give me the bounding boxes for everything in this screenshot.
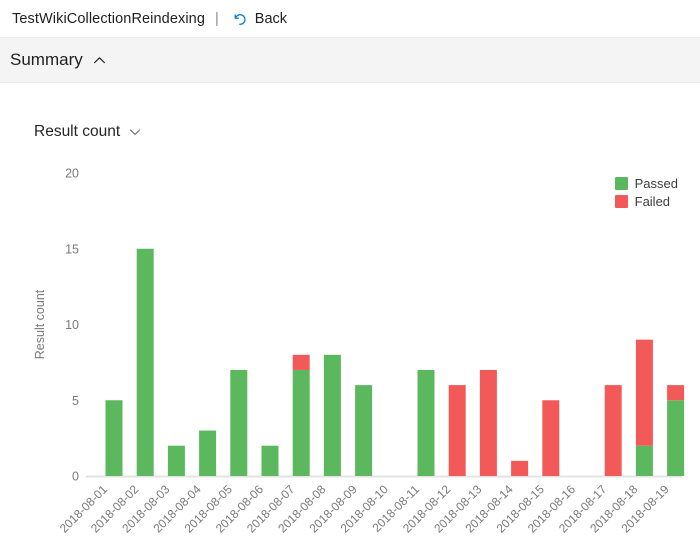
breadcrumb-separator: | (215, 10, 219, 27)
legend-item[interactable]: Failed (614, 194, 678, 209)
legend-item[interactable]: Passed (614, 176, 678, 191)
chart-legend: Passed Failed (614, 176, 678, 209)
bar-segment-failed[interactable] (511, 460, 529, 476)
bar-segment-passed[interactable] (667, 400, 685, 476)
y-axis-tick-label: 5 (72, 394, 79, 408)
y-axis-tick-label: 0 (72, 470, 79, 484)
y-axis-tick-label: 20 (65, 167, 79, 181)
legend-swatch (614, 195, 628, 208)
bar-segment-failed[interactable] (292, 354, 310, 370)
bar-segment-passed[interactable] (199, 430, 217, 476)
legend-label: Failed (634, 194, 671, 209)
undo-arrow-icon (231, 10, 248, 27)
bar-segment-failed[interactable] (448, 385, 466, 476)
bar-segment-passed[interactable] (635, 445, 653, 476)
stacked-bar-plot: 0 5 10 15 20 Result count 2018-08-01 2018-08-02… (14, 103, 686, 548)
summary-section-header[interactable]: Summary (0, 38, 700, 83)
back-button-label: Back (254, 10, 288, 27)
y-axis-tick-label: 10 (65, 318, 79, 332)
legend-swatch (614, 177, 628, 190)
result-count-chart-card: Result count 0 5 10 15 20 Result count 2018-08… (14, 103, 686, 548)
bar-segment-passed[interactable] (261, 445, 279, 476)
plot-svg: 05101520Result count2018-08-012018-08-02… (33, 167, 685, 536)
bar-segment-failed[interactable] (635, 339, 653, 446)
bar-segment-failed[interactable] (667, 385, 685, 401)
bar-segment-passed[interactable] (167, 445, 185, 476)
bar-segment-passed[interactable] (417, 369, 435, 476)
y-axis-tick-label: 15 (65, 242, 79, 256)
bar-segment-passed[interactable] (136, 248, 154, 476)
chevron-up-icon[interactable] (92, 53, 107, 68)
breadcrumb-title: TestWikiCollectionReindexing (12, 10, 205, 27)
back-button[interactable]: Back (228, 8, 290, 29)
bar-segment-passed[interactable] (105, 400, 123, 476)
summary-title: Summary (10, 50, 83, 69)
bar-segment-failed[interactable] (542, 400, 560, 476)
legend-label: Passed (634, 176, 678, 191)
bar-segment-passed[interactable] (323, 354, 341, 476)
bar-segment-passed[interactable] (292, 369, 310, 476)
bar-segment-passed[interactable] (230, 369, 248, 476)
y-axis-title: Result count (33, 289, 47, 359)
bar-segment-failed[interactable] (604, 385, 622, 476)
bar-segment-failed[interactable] (479, 369, 497, 476)
bar-segment-passed[interactable] (355, 385, 373, 476)
command-bar: TestWikiCollectionReindexing | Back (0, 0, 700, 38)
